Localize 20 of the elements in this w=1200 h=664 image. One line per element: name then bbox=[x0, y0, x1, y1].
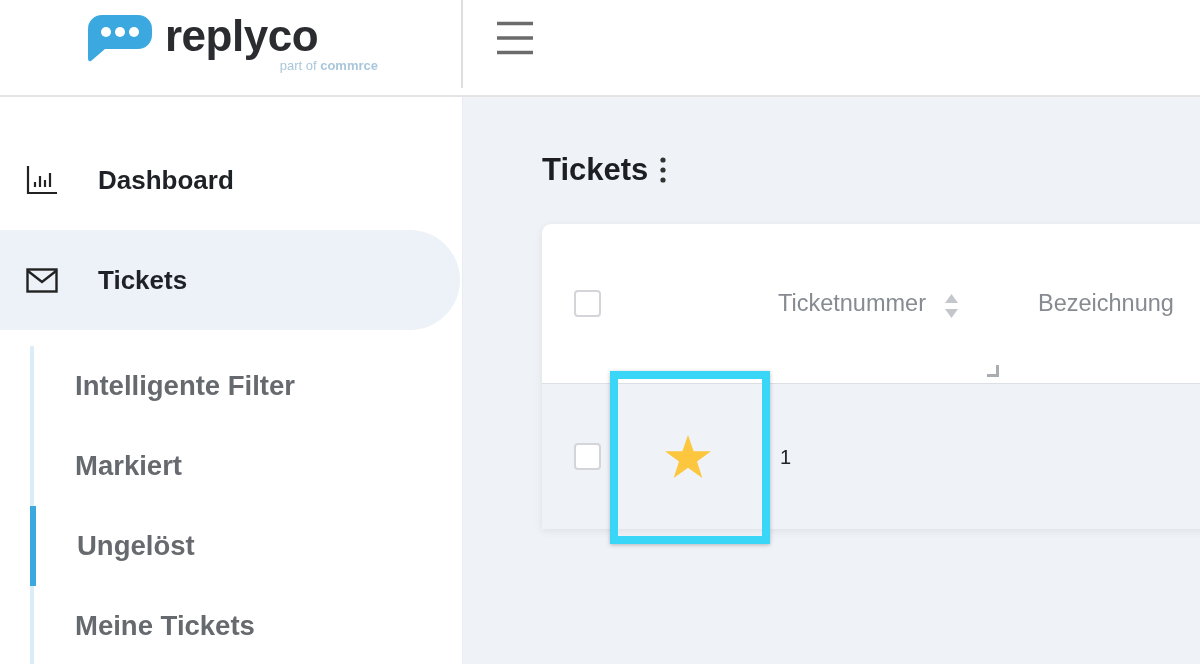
ticket-number: 1 bbox=[780, 444, 792, 470]
more-options-icon[interactable] bbox=[660, 157, 667, 183]
mail-icon bbox=[26, 265, 58, 295]
select-all-checkbox[interactable] bbox=[574, 290, 601, 317]
page-title: Tickets bbox=[542, 151, 649, 189]
star-icon[interactable] bbox=[663, 433, 712, 480]
logo-tagline: part of commrce bbox=[279, 58, 378, 74]
column-header[interactable]: Bezeichnung bbox=[1038, 285, 1174, 322]
menu-button[interactable] bbox=[496, 19, 534, 57]
resize-handle-icon[interactable] bbox=[987, 365, 999, 377]
logo-wordmark: replyco bbox=[165, 14, 318, 58]
bar-chart-icon bbox=[26, 165, 58, 195]
sidebar-item-label: Tickets bbox=[98, 263, 188, 297]
row-checkbox[interactable] bbox=[574, 443, 601, 470]
menu-icon bbox=[496, 21, 534, 55]
speech-bubble-icon bbox=[88, 15, 152, 62]
sidebar-item[interactable]: Tickets bbox=[0, 230, 460, 330]
column-header[interactable]: Ticketnummer bbox=[778, 285, 926, 322]
sort-icon[interactable] bbox=[944, 292, 959, 319]
sidebar-item-label: Dashboard bbox=[98, 163, 234, 197]
